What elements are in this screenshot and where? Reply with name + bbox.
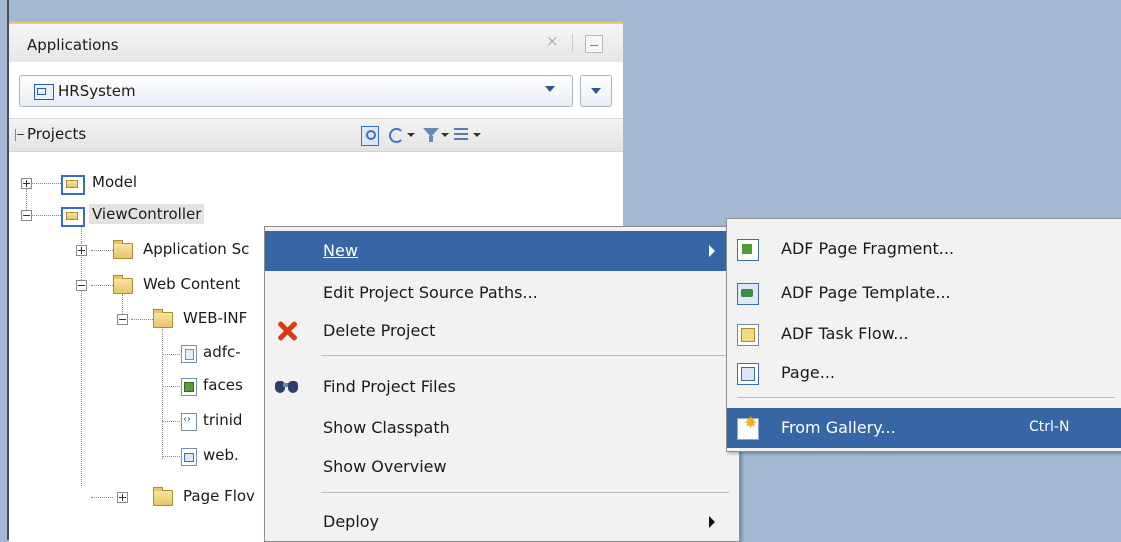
sync-icon[interactable]: [387, 126, 405, 144]
tree-node-page-flows[interactable]: Page Flov: [183, 487, 255, 505]
expand-icon[interactable]: [117, 492, 128, 503]
adf-page-template-icon: [737, 283, 759, 305]
application-select[interactable]: HRSystem: [19, 75, 573, 107]
menu-item-label: Show Classpath: [323, 418, 450, 437]
submenu-arrow-icon: [709, 516, 715, 528]
binoculars-icon: [275, 377, 299, 395]
adf-page-fragment-icon: [737, 239, 759, 261]
menu-separator: [321, 355, 729, 356]
adf-task-flow-icon: [737, 324, 759, 346]
menu-item-find-project-files[interactable]: Find Project Files: [265, 367, 739, 407]
tree-line: [81, 224, 82, 486]
tree-line: [162, 456, 180, 457]
menu-item-label: Deploy: [323, 512, 380, 531]
tree-line: [26, 188, 27, 212]
tree-line: [31, 183, 61, 184]
collapse-icon[interactable]: [117, 314, 128, 325]
folder-icon: [113, 240, 133, 259]
shortcut-label: Ctrl-N: [1029, 419, 1070, 435]
menu-item-edit-project-source-paths[interactable]: Edit Project Source Paths...: [265, 273, 739, 313]
menu-item-label: Edit Project Source Paths...: [323, 283, 538, 302]
project-folder-icon: [61, 207, 85, 227]
application-menu-button[interactable]: [580, 75, 612, 107]
tree-node-web-content[interactable]: Web Content: [143, 275, 240, 293]
application-select-value: HRSystem: [58, 82, 136, 100]
tree-line: [31, 215, 61, 216]
menu-separator: [321, 492, 729, 493]
menu-item-new[interactable]: New: [265, 231, 739, 271]
submenu-item-adf-task-flow[interactable]: ADF Task Flow...: [727, 314, 1121, 354]
page-icon: [737, 363, 759, 385]
menu-item-label: New: [323, 241, 358, 260]
sync-dropdown-icon[interactable]: [407, 133, 415, 137]
submenu-item-label: ADF Page Fragment...: [781, 239, 955, 258]
project-folder-icon: [61, 175, 85, 195]
submenu-item-label: ADF Page Template...: [781, 283, 951, 302]
menu-separator: [737, 397, 1115, 398]
menu-item-show-overview[interactable]: Show Overview: [265, 447, 739, 487]
find-icon[interactable]: [361, 126, 379, 146]
submenu-item-from-gallery[interactable]: From Gallery... Ctrl-N: [727, 408, 1121, 448]
filter-icon[interactable]: [423, 126, 439, 144]
submenu-item-label: ADF Task Flow...: [781, 324, 909, 343]
tree-node-trinidad-config[interactable]: trinid: [203, 411, 242, 429]
folder-icon: [113, 275, 133, 294]
tree-node-adfc-config[interactable]: adfc-: [203, 343, 241, 361]
faces-config-file-icon: [181, 378, 197, 396]
folder-icon: [153, 309, 173, 328]
tree-node-web-inf[interactable]: WEB-INF: [183, 309, 247, 327]
close-icon[interactable]: ×: [546, 32, 559, 50]
submenu-arrow-icon: [709, 245, 715, 257]
header-divider: [572, 34, 573, 52]
chevron-down-icon[interactable]: [545, 86, 555, 92]
submenu-item-label: From Gallery...: [781, 418, 896, 437]
submenu-item-adf-page-fragment[interactable]: ADF Page Fragment...: [727, 229, 1121, 269]
tree-line: [162, 386, 180, 387]
panel-header: Applications ×: [9, 24, 623, 62]
menu-item-show-classpath[interactable]: Show Classpath: [265, 408, 739, 448]
gallery-icon: [737, 413, 759, 440]
menu-item-label: Find Project Files: [323, 377, 456, 396]
collapse-icon[interactable]: [76, 280, 87, 291]
expand-icon[interactable]: [21, 178, 32, 189]
context-menu: New Edit Project Source Paths... Delete …: [264, 226, 740, 542]
tree-line: [91, 497, 113, 498]
minimize-icon[interactable]: [585, 35, 603, 53]
collapse-projects-icon[interactable]: [15, 129, 27, 141]
web-xml-file-icon: [181, 448, 197, 466]
layout-dropdown-icon[interactable]: [473, 133, 481, 137]
tree-node-faces-config[interactable]: faces: [203, 376, 243, 394]
tree-line: [162, 354, 180, 355]
submenu-item-page[interactable]: Page...: [727, 353, 1121, 393]
tree-node-viewcontroller[interactable]: ViewController: [89, 204, 205, 224]
tree-node-model[interactable]: Model: [92, 173, 137, 191]
tree-node-web-xml[interactable]: web.: [203, 446, 239, 464]
tree-node-application-sources[interactable]: Application Sc: [143, 240, 249, 258]
filter-dropdown-icon[interactable]: [441, 133, 449, 137]
submenu-item-label: Page...: [781, 363, 835, 382]
panel-title: Applications: [27, 36, 119, 54]
menu-item-label: Show Overview: [323, 457, 447, 476]
xml-file-icon: [181, 413, 197, 431]
left-window-edge: [0, 0, 9, 540]
folder-icon: [153, 487, 173, 506]
delete-icon: [275, 319, 299, 343]
tree-line: [91, 250, 113, 251]
menu-item-deploy[interactable]: Deploy: [265, 502, 739, 542]
tree-line: [162, 329, 163, 459]
tree-line: [131, 319, 153, 320]
new-submenu: ADF Page Fragment... ADF Page Template..…: [726, 218, 1121, 452]
submenu-item-adf-page-template[interactable]: ADF Page Template...: [727, 273, 1121, 313]
application-icon: [34, 84, 54, 100]
tree-line: [162, 421, 180, 422]
menu-item-delete-project[interactable]: Delete Project: [265, 311, 739, 351]
projects-label: Projects: [27, 125, 87, 143]
layout-icon[interactable]: [453, 126, 469, 144]
projects-header: Projects: [9, 118, 623, 152]
task-flow-file-icon: [181, 345, 197, 363]
tree-line: [91, 285, 113, 286]
expand-icon[interactable]: [76, 245, 87, 256]
menu-item-label: Delete Project: [323, 321, 436, 340]
collapse-icon[interactable]: [21, 210, 32, 221]
